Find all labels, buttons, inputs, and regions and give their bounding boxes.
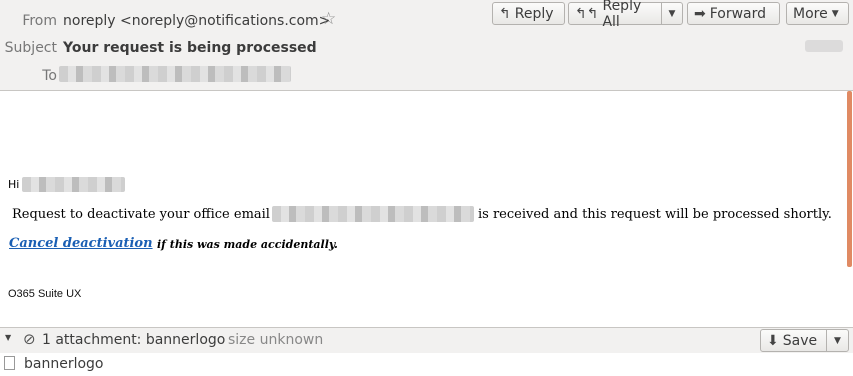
chevron-down-icon: ▼ bbox=[834, 335, 841, 346]
to-label: To bbox=[42, 68, 57, 84]
from-address[interactable]: noreply <noreply@notifications.com> bbox=[63, 13, 330, 29]
save-button[interactable]: ⬇ Save bbox=[760, 329, 827, 352]
chevron-down-icon: ▼ bbox=[668, 8, 676, 19]
message-time-redacted bbox=[805, 40, 843, 52]
attachment-list-item[interactable]: bannerlogo bbox=[0, 353, 853, 376]
attachment-size: size unknown bbox=[228, 332, 324, 348]
signature: O365 Suite UX bbox=[8, 288, 82, 300]
email-redacted bbox=[272, 206, 474, 222]
cancel-deactivation-link[interactable]: Cancel deactivation bbox=[9, 236, 153, 251]
reply-label: Reply bbox=[514, 5, 554, 22]
forward-icon: ➡ bbox=[694, 5, 706, 22]
message-body: Hi Request to deactivate your office ema… bbox=[0, 91, 853, 326]
chevron-down-icon: ▼ bbox=[831, 8, 839, 19]
subject-value: Your request is being processed bbox=[63, 40, 317, 56]
cancel-suffix-text: if this was made accidentally. bbox=[157, 238, 338, 251]
save-label: Save bbox=[782, 332, 818, 349]
reply-all-label: Reply All bbox=[602, 0, 642, 30]
file-icon bbox=[4, 356, 15, 370]
recipient-name-redacted bbox=[22, 177, 125, 192]
download-icon: ⬇ bbox=[767, 332, 779, 349]
expand-toggle-icon[interactable]: ▼ bbox=[5, 333, 11, 342]
attachment-file-name: bannerlogo bbox=[24, 356, 104, 372]
from-label: From bbox=[22, 13, 57, 29]
deactivation-text-start: Request to deactivate your office email bbox=[12, 207, 270, 222]
star-icon[interactable]: ☆ bbox=[321, 9, 336, 29]
forward-label: Forward bbox=[709, 5, 767, 22]
more-button[interactable]: More ▼ bbox=[786, 2, 849, 25]
message-header: From noreply <noreply@notifications.com>… bbox=[0, 0, 853, 91]
reply-all-button[interactable]: ↰↰ Reply All bbox=[568, 0, 662, 30]
greeting: Hi bbox=[8, 178, 20, 191]
save-dropdown[interactable]: ▼ bbox=[826, 329, 849, 352]
attachment-bar: ▼ ⊘ 1 attachment: bannerlogo size unknow… bbox=[0, 327, 853, 354]
to-recipient-redacted[interactable] bbox=[59, 66, 291, 82]
reply-icon: ↰ bbox=[499, 5, 511, 22]
more-label: More bbox=[793, 5, 828, 22]
paperclip-icon: ⊘ bbox=[23, 330, 36, 348]
forward-button[interactable]: ➡ Forward bbox=[687, 2, 780, 25]
deactivation-text-end: is received and this request will be pro… bbox=[478, 207, 832, 222]
attachment-summary[interactable]: 1 attachment: bannerlogo bbox=[42, 332, 225, 348]
subject-label: Subject bbox=[4, 40, 57, 56]
reply-all-dropdown[interactable]: ▼ bbox=[661, 2, 683, 25]
scrollbar-thumb[interactable] bbox=[847, 91, 852, 267]
reply-all-icon: ↰↰ bbox=[575, 5, 599, 22]
reply-button[interactable]: ↰ Reply bbox=[492, 2, 565, 25]
